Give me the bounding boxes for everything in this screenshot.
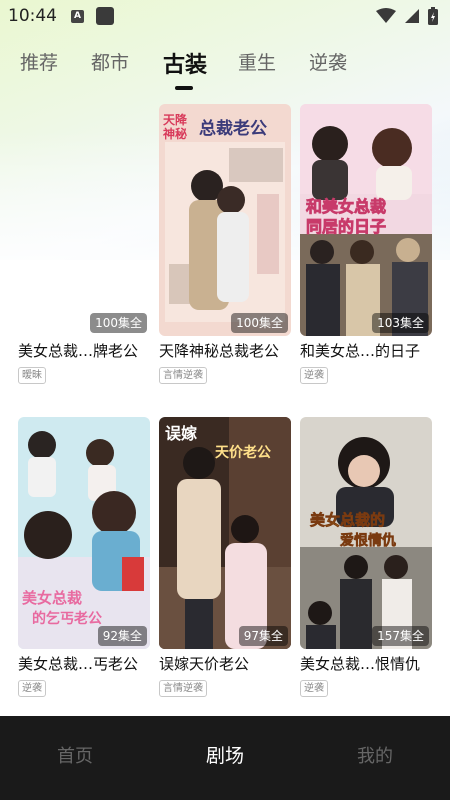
drama-card[interactable]: 美女总裁的 爱恨情仇 157集全 美女总裁…恨情仇 逆袭 [300,417,432,697]
poster-illustration: 天降 神秘 总裁老公 [159,104,291,336]
poster-illustration: 和美女总裁 同居的日子 [300,104,432,336]
drama-title[interactable]: 美女总裁…牌老公 [18,341,150,361]
tab-counterattack[interactable]: 逆袭 [309,48,347,75]
poster-text: 天降 [163,112,188,127]
poster-text: 神秘 [163,126,187,141]
episode-badge: 97集全 [238,626,288,646]
nav-home[interactable]: 首页 [35,742,115,768]
nav-theater[interactable]: 剧场 [185,741,265,768]
episode-badge: 92集全 [97,626,147,646]
poster-illustration: 美女总裁的 爱恨情仇 [300,417,432,649]
drama-title[interactable]: 美女总裁…丐老公 [18,654,150,674]
drama-poster[interactable]: 美女总裁的 爱恨情仇 157集全 [300,417,432,649]
notification-a-icon: A [71,9,84,23]
wifi-icon [376,8,396,23]
poster-text: 的乞丐老公 [32,610,102,627]
poster-text: 总裁老公 [199,118,267,139]
genre-tag: 逆袭 [300,367,328,384]
drama-title[interactable]: 美女总裁…恨情仇 [300,654,432,674]
genre-tag: 逆袭 [300,680,328,697]
drama-card[interactable]: 误嫁 天价老公 97集全 误嫁天价老公 言情逆袭 [159,417,291,697]
genre-tag: 逆袭 [18,680,46,697]
drama-poster[interactable]: 天降 神秘 总裁老公 100集全 [159,104,291,336]
signal-icon [405,9,419,23]
drama-poster[interactable]: 美女总裁 的乞丐老公 92集全 [18,417,150,649]
drama-poster[interactable]: 和美女总裁 同居的日子 103集全 [300,104,432,336]
app-square-icon [96,7,114,25]
drama-poster[interactable]: 误嫁 天价老公 97集全 [159,417,291,649]
genre-tag: 言情逆袭 [159,367,207,384]
poster-illustration: 美女总裁 的乞丐老公 [18,417,150,649]
tab-costume[interactable]: 古装 [163,47,207,79]
status-indicators [376,7,438,25]
battery-icon [428,7,438,25]
poster-text: 美女总裁的 [310,511,385,529]
tab-urban[interactable]: 都市 [91,48,129,75]
drama-title[interactable]: 天降神秘总裁老公 [159,341,291,361]
episode-badge: 100集全 [231,313,288,333]
poster-text: 天价老公 [215,444,271,461]
episode-badge: 100集全 [90,313,147,333]
drama-card[interactable]: 美女总裁 的乞丐老公 92集全 美女总裁…丐老公 逆袭 [18,417,150,697]
active-tab-indicator [175,86,193,90]
drama-poster[interactable]: 100集全 [18,104,150,336]
drama-card[interactable]: 和美女总裁 同居的日子 103集全 和美女总…的日子 逆袭 [300,104,432,384]
poster-text: 误嫁 [165,424,197,443]
poster-text: 爱恨情仇 [340,532,396,549]
bottom-navigation: 首页 剧场 我的 [0,716,450,800]
poster-text: 同居的日子 [306,217,386,236]
drama-card[interactable]: 100集全 美女总裁…牌老公 暧昧 [18,104,150,384]
nav-mine[interactable]: 我的 [335,742,415,768]
status-bar: 10:44 A [0,0,450,32]
episode-badge: 157集全 [372,626,429,646]
status-time: 10:44 [8,6,57,26]
poster-illustration: 误嫁 天价老公 [159,417,291,649]
category-tabs: 推荐 都市 古装 重生 逆袭 [0,48,450,92]
poster-text: 美女总裁 [22,589,82,607]
genre-tag: 暧昧 [18,367,46,384]
poster-text: 和美女总裁 [306,197,386,216]
genre-tag: 言情逆袭 [159,680,207,697]
drama-title[interactable]: 和美女总…的日子 [300,341,432,361]
episode-badge: 103集全 [372,313,429,333]
tab-recommend[interactable]: 推荐 [20,48,58,75]
drama-title[interactable]: 误嫁天价老公 [159,654,291,674]
drama-card[interactable]: 天降 神秘 总裁老公 100集全 天降神秘总裁老公 言情逆袭 [159,104,291,384]
tab-rebirth[interactable]: 重生 [238,48,276,75]
